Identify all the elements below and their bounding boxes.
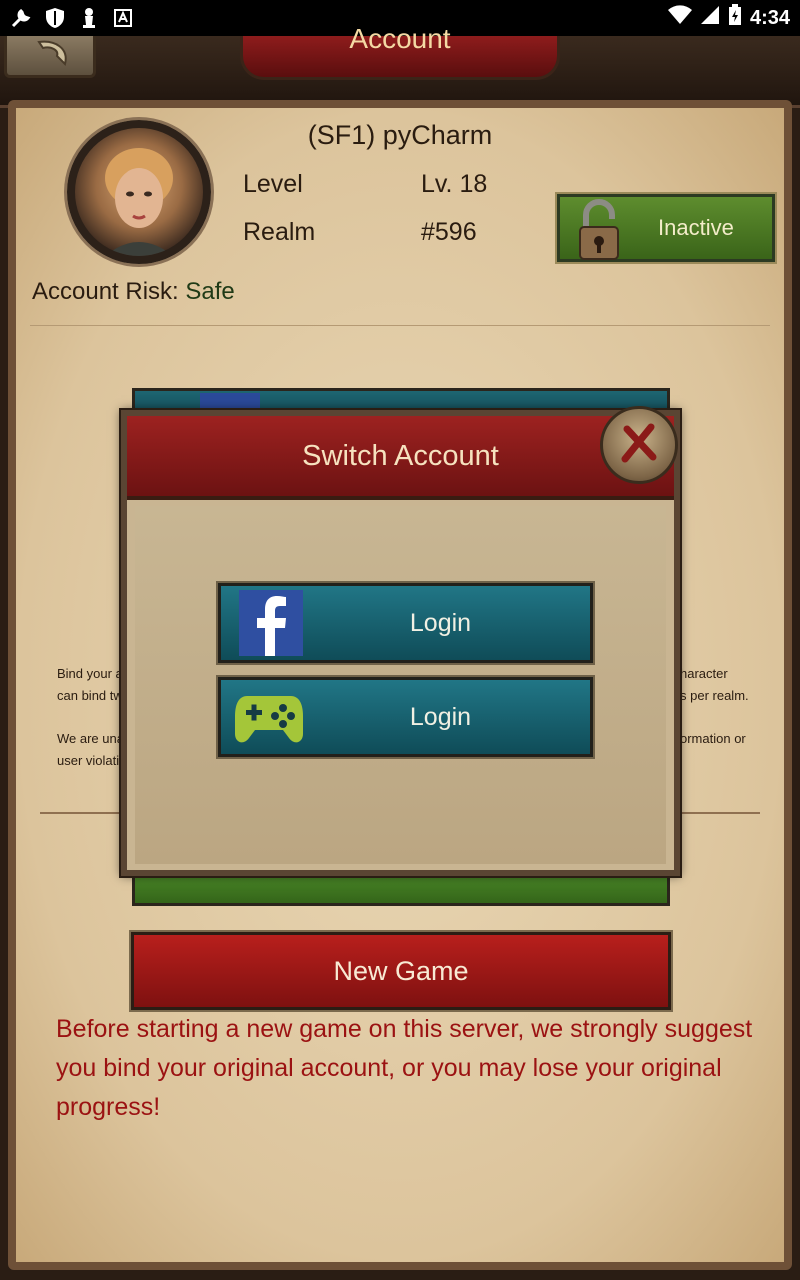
dialog-title: Switch Account	[302, 439, 499, 472]
padlock-icon	[574, 197, 624, 271]
page-title-banner: Account	[240, 23, 560, 80]
wifi-icon	[667, 5, 692, 31]
back-button[interactable]	[4, 36, 96, 78]
switch-account-dialog: Switch Account Login Login	[121, 410, 680, 876]
dialog-header: Switch Account	[127, 416, 674, 500]
bind-info-fragment: s per realm.	[680, 688, 749, 703]
character-portrait	[105, 148, 173, 256]
bind-info-fragment: user violati	[57, 753, 120, 768]
close-icon	[619, 423, 659, 468]
page-title: Account	[349, 23, 451, 54]
dialog-body: Login Login	[135, 506, 666, 864]
google-play-login-label: Login	[409, 702, 472, 731]
google-play-login-button[interactable]: Login	[216, 675, 595, 759]
clock: 4:34	[749, 6, 790, 29]
wrench-icon	[10, 7, 32, 29]
bind-info-fragment: haracter	[680, 666, 728, 681]
signal-icon	[700, 5, 720, 31]
realm-label: Realm	[243, 218, 316, 246]
notification-icon	[112, 7, 134, 29]
bind-info-fragment: Bind your a	[57, 666, 123, 681]
facebook-login-label: Login	[409, 608, 472, 637]
close-dialog-button[interactable]	[600, 406, 678, 484]
realm-value: #596	[421, 218, 477, 246]
account-risk-value: Safe	[185, 278, 235, 305]
level-value: Lv. 18	[421, 170, 488, 198]
avatar	[67, 120, 211, 264]
account-risk-label: Account Risk:	[32, 278, 186, 305]
inactive-label: Inactive	[658, 215, 734, 240]
new-game-warning: Before starting a new game on this serve…	[56, 1015, 753, 1121]
battery-icon	[728, 4, 742, 32]
account-lock-status-button[interactable]: Inactive	[555, 192, 777, 264]
account-risk: Account Risk: Safe	[32, 278, 235, 306]
shield-icon	[44, 7, 66, 29]
bind-info-fragment: ormation or	[680, 731, 746, 746]
chess-piece-icon	[78, 7, 100, 29]
facebook-login-button[interactable]: Login	[216, 581, 595, 665]
divider	[30, 325, 770, 326]
bind-info-fragment: can bind tw	[57, 688, 123, 703]
level-label: Level	[243, 170, 303, 198]
new-game-button[interactable]: New Game	[129, 930, 673, 1012]
back-arrow-icon	[37, 40, 67, 66]
player-name: (SF1) pyCharm	[307, 120, 493, 150]
bind-info-fragment: We are una	[57, 731, 124, 746]
